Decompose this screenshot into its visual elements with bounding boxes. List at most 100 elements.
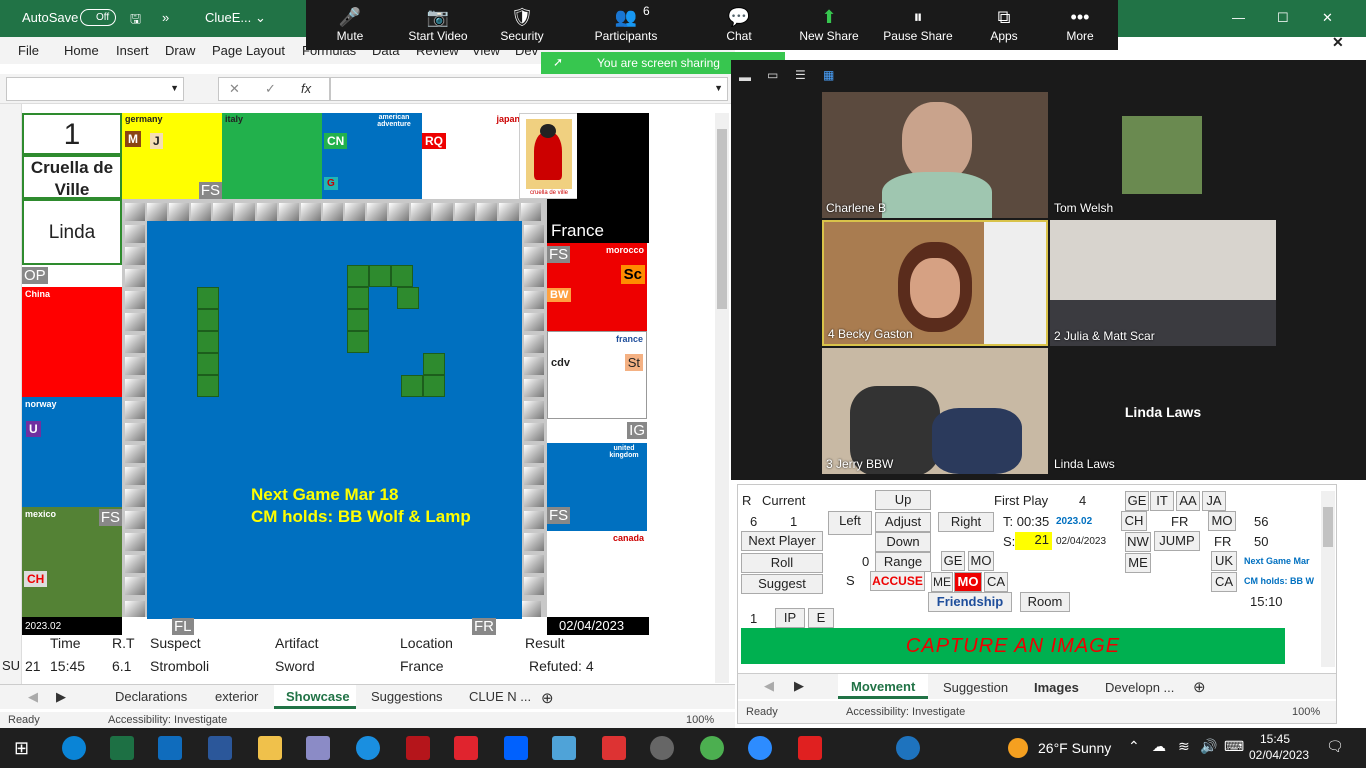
status-accessibility[interactable]: Accessibility: Investigate [108, 714, 227, 726]
autosave-toggle[interactable]: Off [80, 9, 116, 26]
weather-text[interactable]: 26°F Sunny [1038, 740, 1111, 756]
video-tile-jerry[interactable]: 3 Jerry BBW [822, 348, 1048, 474]
apps-button[interactable]: ⧉ Apps [964, 5, 1044, 43]
mo3-button[interactable]: MO [954, 572, 982, 592]
gallery-view-icon[interactable]: ▦ [823, 68, 834, 82]
excel-icon[interactable] [110, 736, 134, 760]
tab-next-icon-2[interactable]: ▶ [794, 678, 804, 694]
sheet-tab-suggestion[interactable]: Suggestion [943, 680, 1008, 695]
room-button[interactable]: Room [1020, 592, 1070, 612]
vertical-scrollbar[interactable] [715, 113, 729, 683]
minimize-gallery-icon[interactable]: ▬ [739, 70, 751, 84]
sheet-tab-movement[interactable]: Movement [838, 674, 928, 699]
control-panel-icon[interactable] [552, 736, 576, 760]
sheet-tab-images[interactable]: Images [1034, 680, 1079, 695]
region-canada[interactable]: canada [547, 531, 647, 617]
notifications-icon[interactable]: 🗨 [1326, 738, 1344, 755]
chat-button[interactable]: 💬 Chat [699, 5, 779, 43]
tab-home[interactable]: Home [64, 43, 99, 58]
ip-button[interactable]: IP [775, 608, 805, 628]
down-button[interactable]: Down [875, 532, 931, 552]
ge2-button[interactable]: GE [941, 551, 965, 571]
cancel-icon[interactable]: ✕ [229, 81, 240, 97]
sheet-tab-showcase[interactable]: Showcase [274, 685, 356, 709]
ja-button[interactable]: JA [1202, 491, 1226, 511]
e-button[interactable]: E [808, 608, 834, 628]
chevron-down-icon[interactable]: ⌄ [255, 10, 266, 26]
me2-button[interactable]: ME [931, 572, 953, 592]
minimize-icon[interactable]: — [1232, 10, 1245, 25]
right-button[interactable]: Right [938, 512, 994, 532]
uk-button[interactable]: UK [1211, 551, 1237, 571]
app-icon[interactable] [306, 736, 330, 760]
video-tile-linda[interactable]: Linda Laws Linda Laws [1050, 348, 1276, 474]
video-tile-becky[interactable]: 4 Becky Gaston [822, 220, 1048, 346]
more-button[interactable]: ••• More [1040, 5, 1120, 43]
windows-start-icon[interactable]: ⊞ [14, 738, 29, 759]
region-france[interactable]: france cdv St [547, 331, 647, 419]
ge-button[interactable]: GE [1125, 491, 1149, 511]
next-player-button[interactable]: Next Player [741, 531, 823, 551]
help-icon[interactable] [896, 736, 920, 760]
region-japan[interactable]: japan RQ [422, 113, 522, 199]
region-uk[interactable]: united kingdom FS [547, 443, 647, 531]
region-italy[interactable]: italy [222, 113, 322, 199]
tab-prev-icon[interactable]: ◀ [28, 689, 38, 705]
ie-icon[interactable] [356, 736, 380, 760]
nw-button[interactable]: NW [1125, 532, 1151, 552]
region-american-adventure[interactable]: american adventure CN G [322, 113, 422, 199]
aa-button[interactable]: AA [1176, 491, 1200, 511]
start-video-button[interactable]: 📷 Start Video [398, 5, 478, 43]
weather-icon[interactable] [1008, 738, 1028, 758]
add-sheet-icon[interactable]: ⊕ [541, 689, 554, 707]
pause-share-button[interactable]: ⏸ Pause Share [878, 5, 958, 43]
maximize-icon[interactable]: ☐ [1277, 10, 1289, 26]
save-icon[interactable]: 🖫 [130, 10, 141, 32]
fx-icon[interactable]: fx [301, 81, 311, 96]
dropbox-icon[interactable] [504, 736, 528, 760]
tab-prev-icon-2[interactable]: ◀ [764, 678, 774, 694]
add-sheet-icon-2[interactable]: ⊕ [1193, 678, 1206, 696]
outlook-icon[interactable] [158, 736, 182, 760]
range-button[interactable]: Range [875, 552, 931, 572]
media-icon[interactable] [650, 736, 674, 760]
wifi-icon[interactable]: ≋ [1178, 738, 1190, 755]
up-button[interactable]: Up [875, 490, 931, 510]
region-norway[interactable]: norway U [22, 397, 122, 507]
volume-icon[interactable]: 🔊 [1200, 738, 1217, 755]
cloud-icon[interactable]: ☁ [1152, 738, 1166, 755]
more-icon[interactable]: » [162, 10, 169, 25]
mo-button[interactable]: MO [1208, 511, 1236, 531]
status-zoom-2[interactable]: 100% [1292, 706, 1320, 718]
tab-insert[interactable]: Insert [116, 43, 149, 58]
tab-draw[interactable]: Draw [165, 43, 195, 58]
mute-button[interactable]: 🎤 Mute [310, 5, 390, 43]
adjust-button[interactable]: Adjust [875, 512, 931, 532]
it-button[interactable]: IT [1150, 491, 1174, 511]
zoom-app-icon[interactable] [748, 736, 772, 760]
language-icon[interactable]: ⌨ [1224, 738, 1244, 755]
file-explorer-icon[interactable] [258, 736, 282, 760]
suggest-button[interactable]: Suggest [741, 574, 823, 594]
capture-image-button[interactable]: CAPTURE AN IMAGE [741, 628, 1285, 664]
clock-date[interactable]: 02/04/2023 [1249, 748, 1309, 762]
accuse-button[interactable]: ACCUSE [870, 571, 925, 591]
region-mexico[interactable]: mexico FS CH [22, 507, 122, 617]
file-name[interactable]: ClueE... [205, 10, 251, 25]
jump-button[interactable]: JUMP [1154, 531, 1200, 551]
close-icon[interactable]: ✕ [1322, 10, 1333, 26]
region-germany[interactable]: germany M J FS [122, 113, 222, 199]
chrome-icon[interactable] [700, 736, 724, 760]
filezilla-icon[interactable] [406, 736, 430, 760]
region-france-header[interactable]: France [547, 199, 649, 243]
participants-button[interactable]: 👥 Participants [586, 5, 666, 43]
enter-icon[interactable]: ✓ [265, 81, 276, 97]
name-box[interactable]: ▼ [6, 77, 184, 101]
video-tile-tom[interactable]: Tom Welsh [1050, 92, 1276, 218]
tab-next-icon[interactable]: ▶ [56, 689, 66, 705]
status-zoom[interactable]: 100% [686, 714, 714, 726]
mo2-button[interactable]: MO [968, 551, 994, 571]
status-accessibility-2[interactable]: Accessibility: Investigate [846, 706, 965, 718]
edge-icon[interactable] [62, 736, 86, 760]
video-tile-charlene[interactable]: Charlene B [822, 92, 1048, 218]
